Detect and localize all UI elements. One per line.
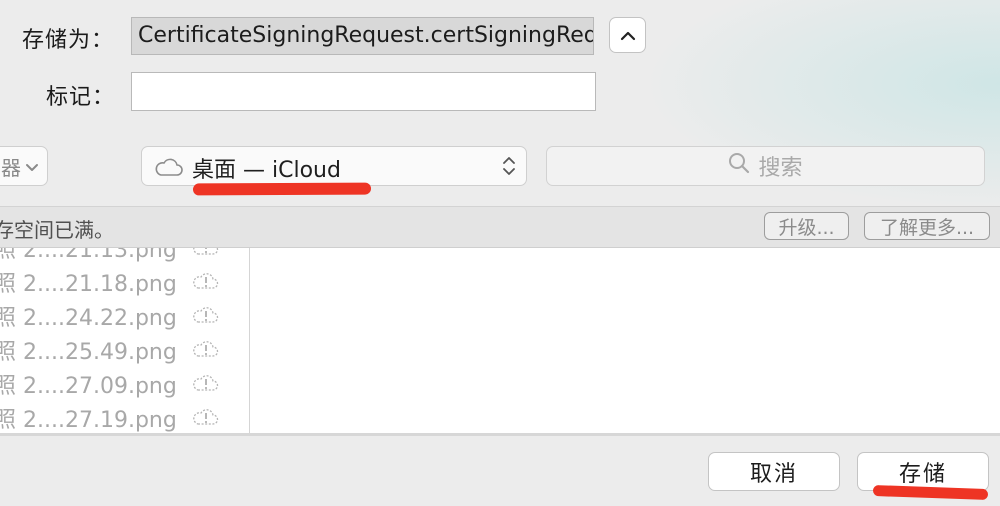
location-popup[interactable]: 桌面 — iCloud — [141, 146, 527, 186]
file-column[interactable]: 照 2....21.13.png 照 2....21.18.png 照 2...… — [0, 248, 250, 433]
storage-full-banner: 存空间已满。 升级... 了解更多... — [0, 206, 1000, 248]
chevron-down-icon — [25, 154, 39, 178]
cloud-download-icon — [192, 271, 220, 297]
cloud-download-icon — [192, 248, 220, 263]
divider — [0, 433, 1000, 436]
location-label: 桌面 — iCloud — [192, 158, 341, 183]
search-placeholder: 搜索 — [758, 156, 803, 181]
tags-label: 标记： — [46, 85, 116, 110]
red-underline-annotation — [192, 182, 372, 196]
file-name: 照 2....27.09.png — [0, 374, 177, 399]
list-item[interactable]: 照 2....25.49.png — [0, 332, 234, 366]
file-name: 照 2....25.49.png — [0, 340, 177, 365]
cloud-download-icon — [192, 339, 220, 365]
file-name: 照 2....21.13.png — [0, 248, 177, 263]
list-item[interactable]: 照 2....21.18.png — [0, 264, 234, 298]
view-mode-button[interactable]: 器 — [0, 146, 48, 186]
search-icon — [728, 152, 750, 180]
cloud-download-icon — [192, 373, 220, 399]
preview-column — [251, 248, 1000, 433]
filename-input[interactable]: CertificateSigningRequest.certSigningReq… — [131, 17, 594, 55]
cloud-download-icon — [192, 407, 220, 433]
file-name: 照 2....27.19.png — [0, 408, 177, 433]
icloud-icon — [154, 157, 184, 181]
list-item[interactable]: 照 2....27.19.png — [0, 400, 234, 433]
view-mode-label: 器 — [1, 155, 21, 180]
learn-more-button[interactable]: 了解更多... — [864, 212, 990, 240]
cancel-button[interactable]: 取消 — [708, 452, 840, 491]
file-name: 照 2....24.22.png — [0, 306, 177, 331]
file-name: 照 2....21.18.png — [0, 272, 177, 297]
cloud-download-icon — [192, 305, 220, 331]
updown-chevron-icon — [502, 154, 516, 182]
upgrade-button[interactable]: 升级... — [764, 212, 849, 240]
tags-input[interactable] — [131, 72, 596, 111]
search-field[interactable]: 搜索 — [546, 146, 985, 186]
file-browser[interactable]: 照 2....21.13.png 照 2....21.18.png 照 2...… — [0, 248, 1000, 433]
list-item[interactable]: 照 2....24.22.png — [0, 298, 234, 332]
expand-dialog-button[interactable] — [609, 17, 646, 53]
list-item[interactable]: 照 2....27.09.png — [0, 366, 234, 400]
chevron-up-icon — [620, 26, 636, 45]
save-as-label: 存储为： — [22, 28, 115, 53]
list-item[interactable]: 照 2....21.13.png — [0, 248, 234, 264]
storage-full-message: 存空间已满。 — [0, 218, 114, 242]
